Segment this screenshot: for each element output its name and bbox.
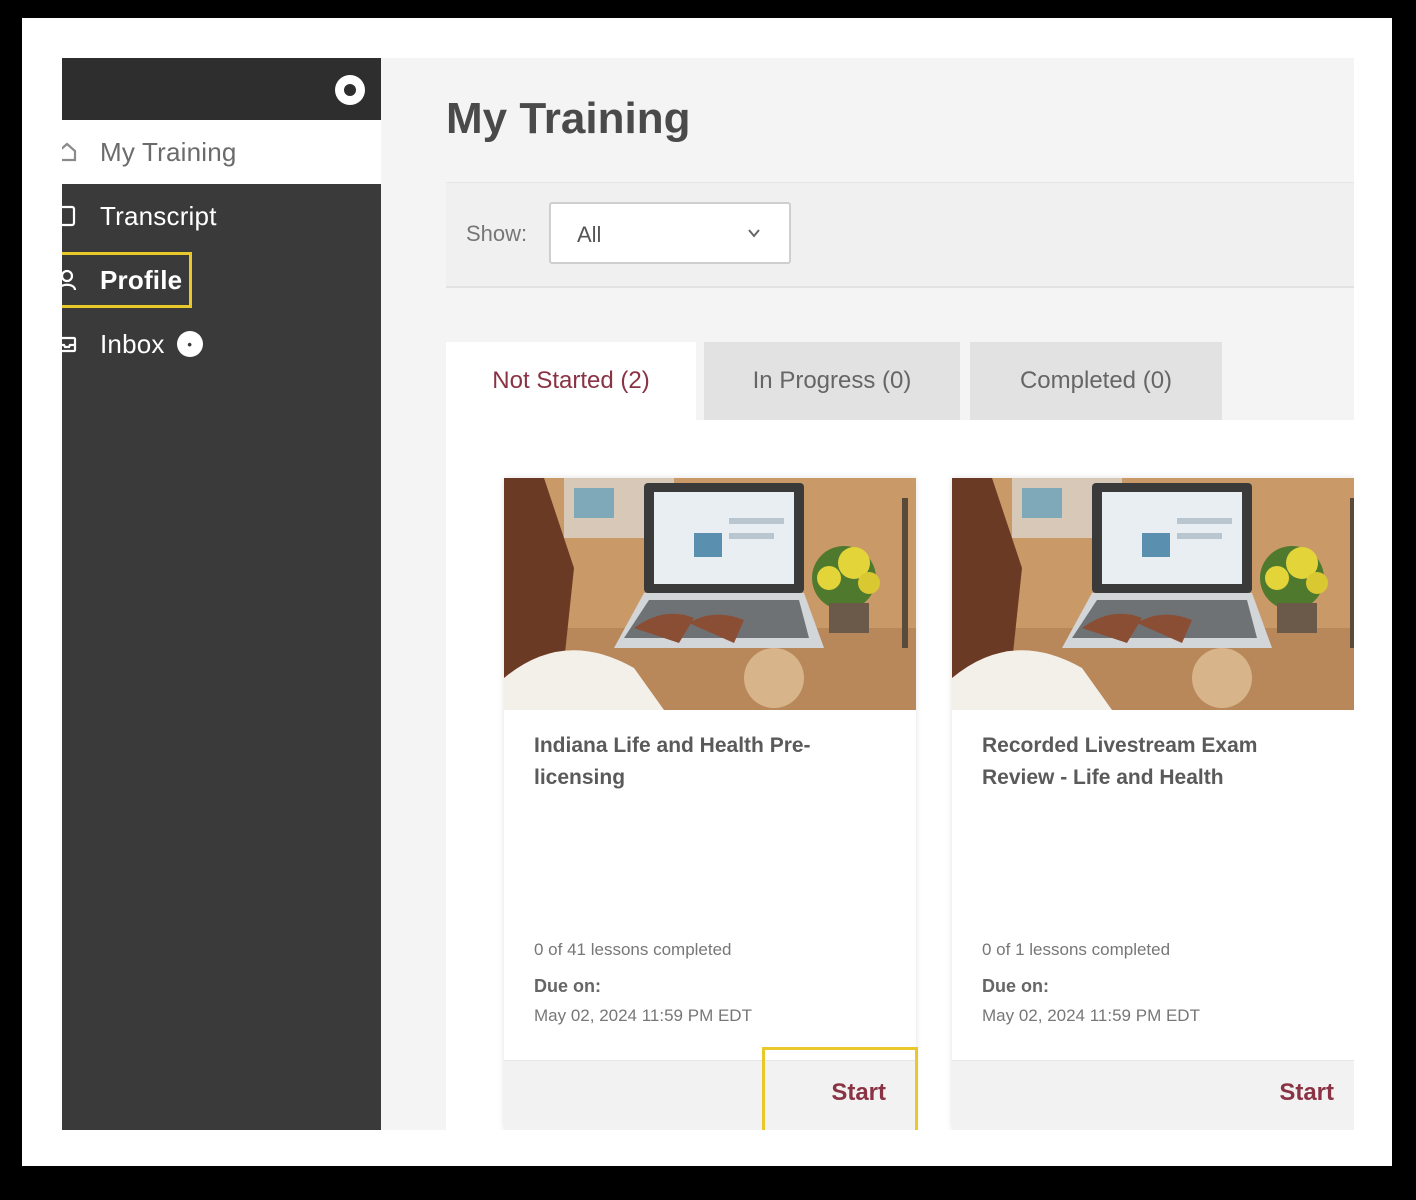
training-tabs: Not Started (2) In Progress (0) Complete… [446, 342, 1354, 420]
notification-badge: • [176, 331, 203, 357]
app-window: My Training Transcript Profile Inbox • M… [62, 58, 1354, 1130]
document-icon [62, 204, 78, 228]
course-title: Recorded Livestream Exam Review - Life a… [982, 734, 1258, 789]
home-icon [62, 140, 78, 164]
course-thumbnail [504, 478, 916, 710]
sidebar-item-label: My Training [100, 136, 237, 167]
tab-completed[interactable]: Completed (0) [970, 342, 1222, 420]
page-title: My Training [446, 94, 691, 143]
tab-in-progress[interactable]: In Progress (0) [704, 342, 960, 420]
start-button[interactable]: Start [1279, 1079, 1334, 1107]
due-label: Due on: [982, 976, 1049, 996]
sidebar-item-my-training[interactable]: My Training [62, 120, 381, 184]
sidebar-item-inbox[interactable]: Inbox • [62, 312, 381, 376]
sidebar-item-label: Inbox [100, 328, 165, 359]
due-label: Due on: [534, 976, 601, 996]
course-card[interactable]: Indiana Life and Health Pre-licensing 0 … [504, 478, 918, 1130]
due-date: May 02, 2024 11:59 PM EDT [982, 1006, 1200, 1025]
sidebar-header [62, 58, 381, 120]
lessons-progress: 0 of 1 lessons completed [982, 940, 1171, 959]
tab-label: In Progress (0) [752, 367, 912, 394]
badge-dot-icon: • [187, 336, 192, 352]
tab-panel-not-started: Indiana Life and Health Pre-licensing 0 … [446, 420, 1354, 1130]
course-title: Indiana Life and Health Pre-licensing [534, 734, 811, 789]
show-filter-select[interactable]: All [549, 202, 791, 264]
lessons-progress: 0 of 41 lessons completed [534, 940, 732, 959]
tab-label: Completed (0) [1019, 367, 1173, 394]
sidebar-item-transcript[interactable]: Transcript [62, 184, 381, 248]
inbox-icon [62, 332, 78, 356]
select-value: All [577, 222, 602, 247]
collapse-icon [344, 84, 356, 96]
due-date: May 02, 2024 11:59 PM EDT [534, 1006, 752, 1025]
chevron-down-icon [748, 229, 760, 238]
tab-not-started[interactable]: Not Started (2) [446, 342, 696, 420]
filter-bar: Show: All [446, 182, 1354, 288]
sidebar-collapse-button[interactable] [335, 75, 365, 105]
main-content: My Training Show: All Not Started (2) In… [381, 58, 1354, 1130]
filter-label: Show: [466, 221, 528, 246]
course-card[interactable]: Recorded Livestream Exam Review - Life a… [952, 478, 1354, 1130]
card-footer: Start [952, 1060, 1354, 1130]
highlight-box [62, 252, 192, 308]
sidebar-item-profile[interactable]: Profile [62, 248, 381, 312]
start-button[interactable]: Start [831, 1079, 886, 1107]
card-footer: Start [504, 1047, 918, 1130]
course-thumbnail [952, 478, 1354, 710]
sidebar: My Training Transcript Profile Inbox • [62, 58, 381, 1130]
sidebar-item-label: Transcript [100, 200, 217, 231]
tab-label: Not Started (2) [492, 367, 650, 394]
